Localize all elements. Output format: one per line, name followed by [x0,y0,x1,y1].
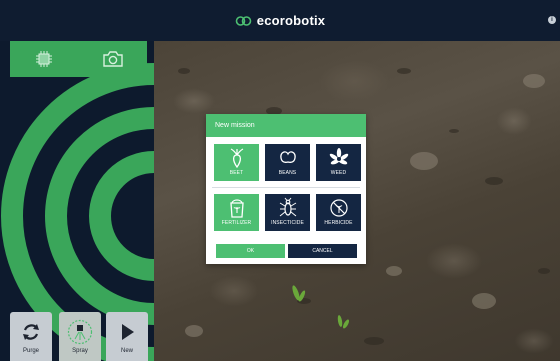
crop-label-weed: WEED [330,170,347,176]
insect-icon [279,197,296,217]
crop-label-beet: BEET [229,170,244,176]
brand-name: ecorobotix [256,13,326,28]
dialog-title: New mission [206,114,366,137]
treatment-label-herbicide: HERBICIDE [324,220,353,226]
ok-button[interactable]: OK [216,244,285,258]
treatment-label-fertilizer: FERTILIZER [221,220,252,226]
cancel-button[interactable]: CANCEL [288,244,357,258]
spray-label: Spray [72,348,88,354]
beet-icon [230,148,243,169]
new-label: New [120,348,133,354]
dialog-divider [212,187,360,188]
refresh-icon [23,324,39,340]
info-icon[interactable]: i [548,16,556,24]
weed-icon [329,148,348,165]
camera-toggle [10,41,147,77]
treatment-option-fertilizer[interactable]: FERTILIZER [214,194,259,231]
ecorobotix-logo-icon [235,15,252,26]
camera-icon [103,51,123,67]
treatment-label-insecticide: INSECTICIDE [271,220,304,226]
crop-label-beans: BEANS [278,170,297,176]
fertilizer-icon [229,199,244,218]
spray-icon [67,319,93,345]
chip-icon [36,51,53,67]
new-button[interactable]: New [106,312,148,361]
crop-option-weed[interactable]: WEED [316,144,361,181]
treatment-options: FERTILIZER INSECTICIDE HERBICIDE [214,194,361,231]
herbicide-icon [329,199,348,217]
purge-button[interactable]: Purge [10,312,52,361]
treatment-option-herbicide[interactable]: HERBICIDE [316,194,361,231]
purge-label: Purge [22,348,39,354]
new-mission-dialog: New mission BEET BEANS WEED FERTILIZER I… [206,114,366,264]
top-bar: ecorobotix i [0,0,560,41]
plant-sprout [292,285,350,329]
crop-options: BEET BEANS WEED [214,144,361,181]
view-toggle-camera[interactable] [79,41,148,77]
view-toggle-chip[interactable] [10,41,79,77]
play-icon [122,324,134,340]
treatment-option-insecticide[interactable]: INSECTICIDE [265,194,310,231]
brand: ecorobotix [235,13,325,28]
spray-button[interactable]: Spray [59,312,101,361]
app-window: ecorobotix i Purge Spray New New mission… [0,0,560,361]
crop-option-beet[interactable]: BEET [214,144,259,181]
beans-icon [279,151,296,163]
crop-option-beans[interactable]: BEANS [265,144,310,181]
